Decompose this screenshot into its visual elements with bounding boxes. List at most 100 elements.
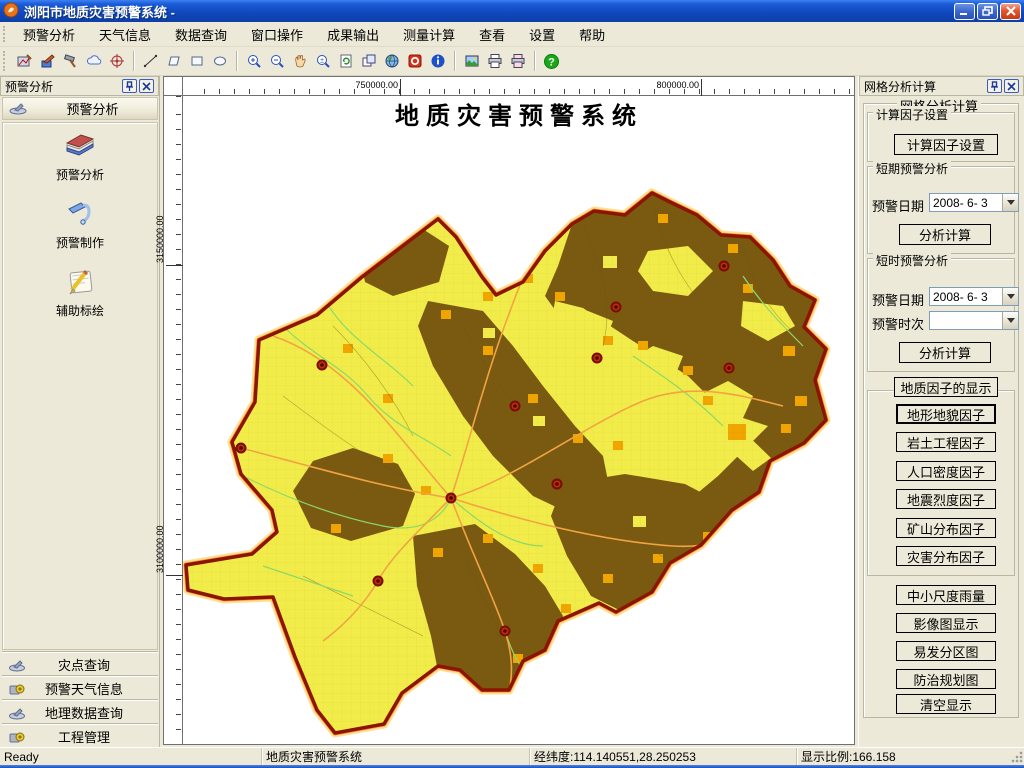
city-marker-dot xyxy=(595,356,599,360)
toolbar-separator xyxy=(236,51,237,71)
rainfall-scale-button[interactable]: 中小尺度雨量 xyxy=(896,585,996,605)
nav-item-label: 预警分析 xyxy=(3,166,157,183)
image-display-icon[interactable] xyxy=(460,50,483,72)
restore-button[interactable] xyxy=(977,3,998,20)
map-title: 地质灾害预警系统 xyxy=(395,101,643,130)
nav-item-aux-plot[interactable]: 辅助标绘 xyxy=(3,263,157,319)
hammer-tool-icon[interactable] xyxy=(59,50,82,72)
left-panel-header-label: 预警分析 xyxy=(28,99,157,118)
menu-window-ops[interactable]: 窗口操作 xyxy=(241,22,313,47)
city-marker-dot xyxy=(555,482,559,486)
zoom-extent-icon[interactable]: ± xyxy=(311,50,334,72)
factors-header: 地质因子的显示 xyxy=(894,377,998,397)
left-panel-header[interactable]: 预警分析 xyxy=(2,97,158,120)
nav-item-project-manage[interactable]: 工程管理 xyxy=(2,724,158,748)
pin-icon[interactable] xyxy=(122,79,137,93)
ruler-label-y1: 3150000.00 xyxy=(155,215,167,263)
window-title: 浏阳市地质灾害预警系统 - xyxy=(24,2,175,21)
draw-line-icon[interactable] xyxy=(139,50,162,72)
minimize-button[interactable] xyxy=(954,3,975,20)
factor-setting-button[interactable]: 计算因子设置 xyxy=(894,134,998,155)
left-panel: 预警分析 预警分析 预警分析 预警制作 辅助标绘 灾点查询 预警天气信息 地理数… xyxy=(0,76,160,747)
factor-geotech-button[interactable]: 岩土工程因子 xyxy=(896,432,996,452)
zoom-in-icon[interactable] xyxy=(242,50,265,72)
cloud-tool-icon[interactable] xyxy=(82,50,105,72)
pin-icon[interactable] xyxy=(987,79,1002,93)
short-time-hour-combo[interactable] xyxy=(929,311,1019,330)
close-button[interactable] xyxy=(1000,3,1021,20)
svg-text:±: ± xyxy=(320,58,324,65)
close-panel-icon[interactable] xyxy=(1004,79,1019,93)
menu-view[interactable]: 查看 xyxy=(469,22,515,47)
short-time-analyze-button[interactable]: 分析计算 xyxy=(899,342,991,363)
prevention-plan-button[interactable]: 防治规划图 xyxy=(896,669,996,689)
factor-seismic-button[interactable]: 地震烈度因子 xyxy=(896,489,996,509)
short-term-date-label: 预警日期 xyxy=(872,196,924,215)
nav-item-warning-weather[interactable]: 预警天气信息 xyxy=(2,676,158,700)
resize-grip[interactable] xyxy=(1010,750,1024,764)
bottom-item-label: 地理数据查询 xyxy=(30,703,158,722)
nav-item-forecast-make[interactable]: 预警制作 xyxy=(3,195,157,251)
menu-weather-info[interactable]: 天气信息 xyxy=(89,22,161,47)
help-icon[interactable]: ? xyxy=(540,50,563,72)
print-setup-icon[interactable] xyxy=(506,50,529,72)
status-ready: Ready xyxy=(0,748,262,765)
forecast-make-icon[interactable] xyxy=(36,50,59,72)
menu-measure-calc[interactable]: 测量计算 xyxy=(393,22,465,47)
nav-item-label: 预警制作 xyxy=(3,234,157,251)
locate-target-icon[interactable] xyxy=(105,50,128,72)
clear-display-button[interactable]: 清空显示 xyxy=(896,694,996,714)
factor-population-button[interactable]: 人口密度因子 xyxy=(896,461,996,481)
vertical-ruler: 3150000.00 3100000.00 xyxy=(163,96,183,745)
copy-layers-icon[interactable] xyxy=(357,50,380,72)
menu-data-query[interactable]: 数据查询 xyxy=(165,22,237,47)
short-time-date-label: 预警日期 xyxy=(872,290,924,309)
factor-disaster-button[interactable]: 灾害分布因子 xyxy=(896,546,996,566)
info-icon[interactable] xyxy=(426,50,449,72)
right-panel-caption: 网格分析计算 xyxy=(859,76,1024,96)
menu-warning-analysis[interactable]: 预警分析 xyxy=(13,22,85,47)
toolbar-gripper[interactable] xyxy=(3,51,8,71)
ruler-label-x1: 750000.00 xyxy=(315,80,398,90)
nav-item-warning-analysis[interactable]: 预警分析 xyxy=(3,127,157,183)
ruler-label-x2: 800000.00 xyxy=(616,80,699,90)
short-term-date-combo[interactable]: 2008- 6- 3 xyxy=(929,193,1019,212)
map-canvas[interactable]: 地质灾害预警系统 xyxy=(183,96,855,745)
short-term-analyze-button[interactable]: 分析计算 xyxy=(899,224,991,245)
city-marker-dot xyxy=(614,305,618,309)
globe-icon[interactable] xyxy=(380,50,403,72)
menu-settings[interactable]: 设置 xyxy=(519,22,565,47)
nav-item-disaster-query[interactable]: 灾点查询 xyxy=(2,652,158,676)
draw-rectangle-icon[interactable] xyxy=(185,50,208,72)
factor-terrain-button[interactable]: 地形地貌因子 xyxy=(896,404,996,424)
draw-ellipse-icon[interactable] xyxy=(208,50,231,72)
left-panel-caption: 预警分析 xyxy=(0,76,159,96)
chevron-down-icon[interactable] xyxy=(1002,312,1018,329)
pan-hand-icon[interactable] xyxy=(288,50,311,72)
short-time-hour-label: 预警时次 xyxy=(872,314,924,333)
toolbar-separator xyxy=(454,51,455,71)
image-map-button[interactable]: 影像图显示 xyxy=(896,613,996,633)
nav-item-geo-data-query[interactable]: 地理数据查询 xyxy=(2,700,158,724)
analysis-tool-icon[interactable] xyxy=(13,50,36,72)
stop-icon[interactable] xyxy=(403,50,426,72)
susceptibility-map-button[interactable]: 易发分区图 xyxy=(896,641,996,661)
chevron-down-icon[interactable] xyxy=(1002,288,1018,305)
gear-tool-icon xyxy=(8,680,26,698)
menu-help[interactable]: 帮助 xyxy=(569,22,615,47)
notepad-pencil-icon xyxy=(63,263,97,297)
zoom-out-icon[interactable] xyxy=(265,50,288,72)
menu-gripper[interactable] xyxy=(3,26,8,43)
refresh-view-icon[interactable] xyxy=(334,50,357,72)
city-marker-dot xyxy=(513,404,517,408)
city-marker-dot xyxy=(722,264,726,268)
close-panel-icon[interactable] xyxy=(139,79,154,93)
print-icon[interactable] xyxy=(483,50,506,72)
draw-polygon-icon[interactable] xyxy=(162,50,185,72)
factor-mines-button[interactable]: 矿山分布因子 xyxy=(896,518,996,538)
city-marker-dot xyxy=(320,363,324,367)
chevron-down-icon[interactable] xyxy=(1002,194,1018,211)
status-scale: 显示比例:166.158 xyxy=(797,748,927,765)
menu-result-output[interactable]: 成果输出 xyxy=(317,22,389,47)
short-time-date-combo[interactable]: 2008- 6- 3 xyxy=(929,287,1019,306)
